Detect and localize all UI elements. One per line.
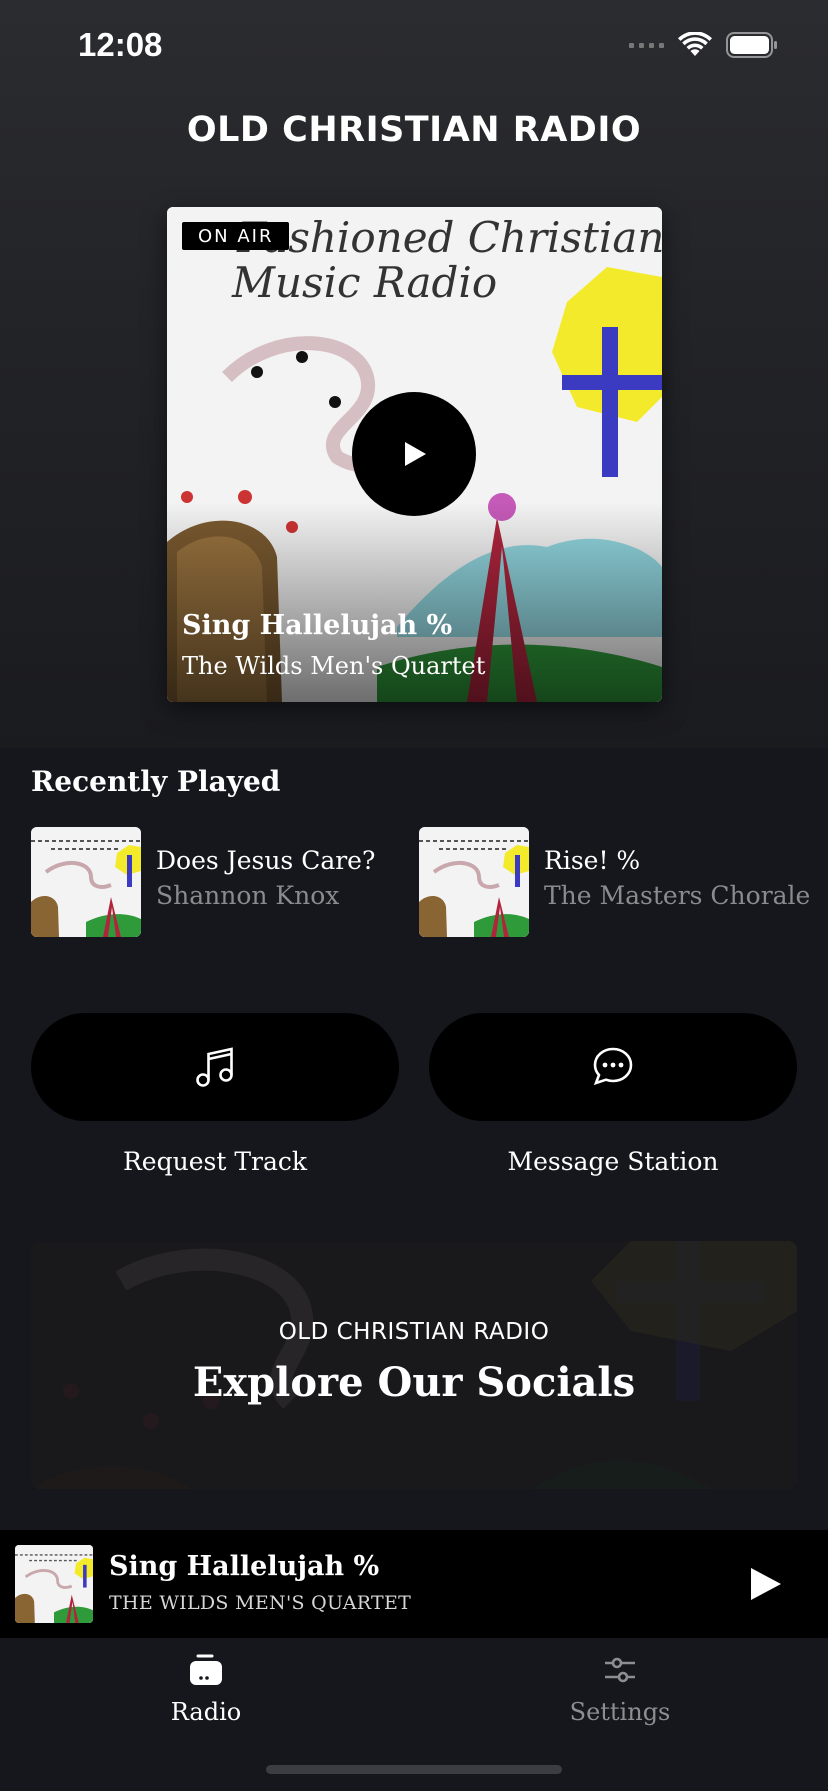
explore-socials-banner[interactable]: OLD CHRISTIAN RADIO Explore Our Socials: [31, 1241, 797, 1489]
mini-player-title: Sing Hallelujah %: [109, 1551, 380, 1582]
recent-track-title: Rise! %: [544, 846, 641, 875]
music-note-icon: [196, 1047, 233, 1087]
message-station-label[interactable]: Message Station: [429, 1147, 797, 1176]
status-bar: 12:08: [0, 0, 828, 94]
now-playing-artwork[interactable]: Fashioned Christian Music Radio ON AIR S…: [167, 207, 662, 702]
banner-title: Explore Our Socials: [192, 1359, 636, 1406]
status-time: 12:08: [78, 26, 163, 63]
recent-track-artist: The Masters Chorale: [544, 881, 811, 910]
wifi-icon: [678, 32, 712, 56]
tab-settings[interactable]: Settings: [520, 1652, 720, 1742]
cellular-icon: [629, 42, 664, 48]
chat-bubble-icon: [593, 1047, 633, 1086]
home-indicator: [266, 1765, 562, 1774]
banner-eyebrow: OLD CHRISTIAN RADIO: [278, 1319, 550, 1345]
play-icon: [751, 1568, 781, 1600]
radio-icon: [190, 1654, 222, 1685]
mini-player-artist: THE WILDS MEN'S QUARTET: [109, 1592, 412, 1614]
artwork-line-2: Music Radio: [231, 258, 497, 307]
recent-track-title: Does Jesus Care?: [156, 846, 376, 875]
request-track-button[interactable]: [31, 1013, 399, 1121]
play-button[interactable]: [352, 392, 476, 516]
now-playing-artist: The Wilds Men's Quartet: [182, 652, 486, 680]
tab-radio-label: Radio: [170, 1698, 242, 1726]
mini-player[interactable]: Sing Hallelujah % THE WILDS MEN'S QUARTE…: [0, 1530, 828, 1638]
sliders-icon: [605, 1657, 635, 1683]
mini-player-thumbnail: [15, 1545, 93, 1623]
status-icons: [629, 32, 778, 58]
tab-settings-label: Settings: [569, 1698, 671, 1726]
request-track-label[interactable]: Request Track: [31, 1147, 399, 1176]
artwork-line-1: Fashioned Christian: [236, 213, 662, 262]
on-air-badge: ON AIR: [182, 222, 290, 250]
message-station-button[interactable]: [429, 1013, 797, 1121]
play-icon: [405, 442, 426, 466]
battery-icon: [726, 32, 777, 58]
thumbnail-art: [31, 827, 141, 937]
recent-track-item[interactable]: Rise! % The Masters Chorale: [419, 827, 810, 937]
recent-track-artist: Shannon Knox: [156, 881, 340, 910]
thumbnail-art: [15, 1545, 93, 1623]
thumbnail-art: [419, 827, 529, 937]
mini-player-play-button[interactable]: [744, 1562, 788, 1606]
now-playing-title: Sing Hallelujah %: [182, 610, 453, 641]
tab-radio[interactable]: Radio: [106, 1652, 306, 1742]
recent-track-thumbnail: [419, 827, 529, 937]
recent-track-item[interactable]: Does Jesus Care? Shannon Knox: [31, 827, 411, 937]
app-title: OLD CHRISTIAN RADIO: [186, 110, 642, 150]
recent-track-thumbnail: [31, 827, 141, 937]
recently-played-heading: Recently Played: [31, 765, 281, 798]
